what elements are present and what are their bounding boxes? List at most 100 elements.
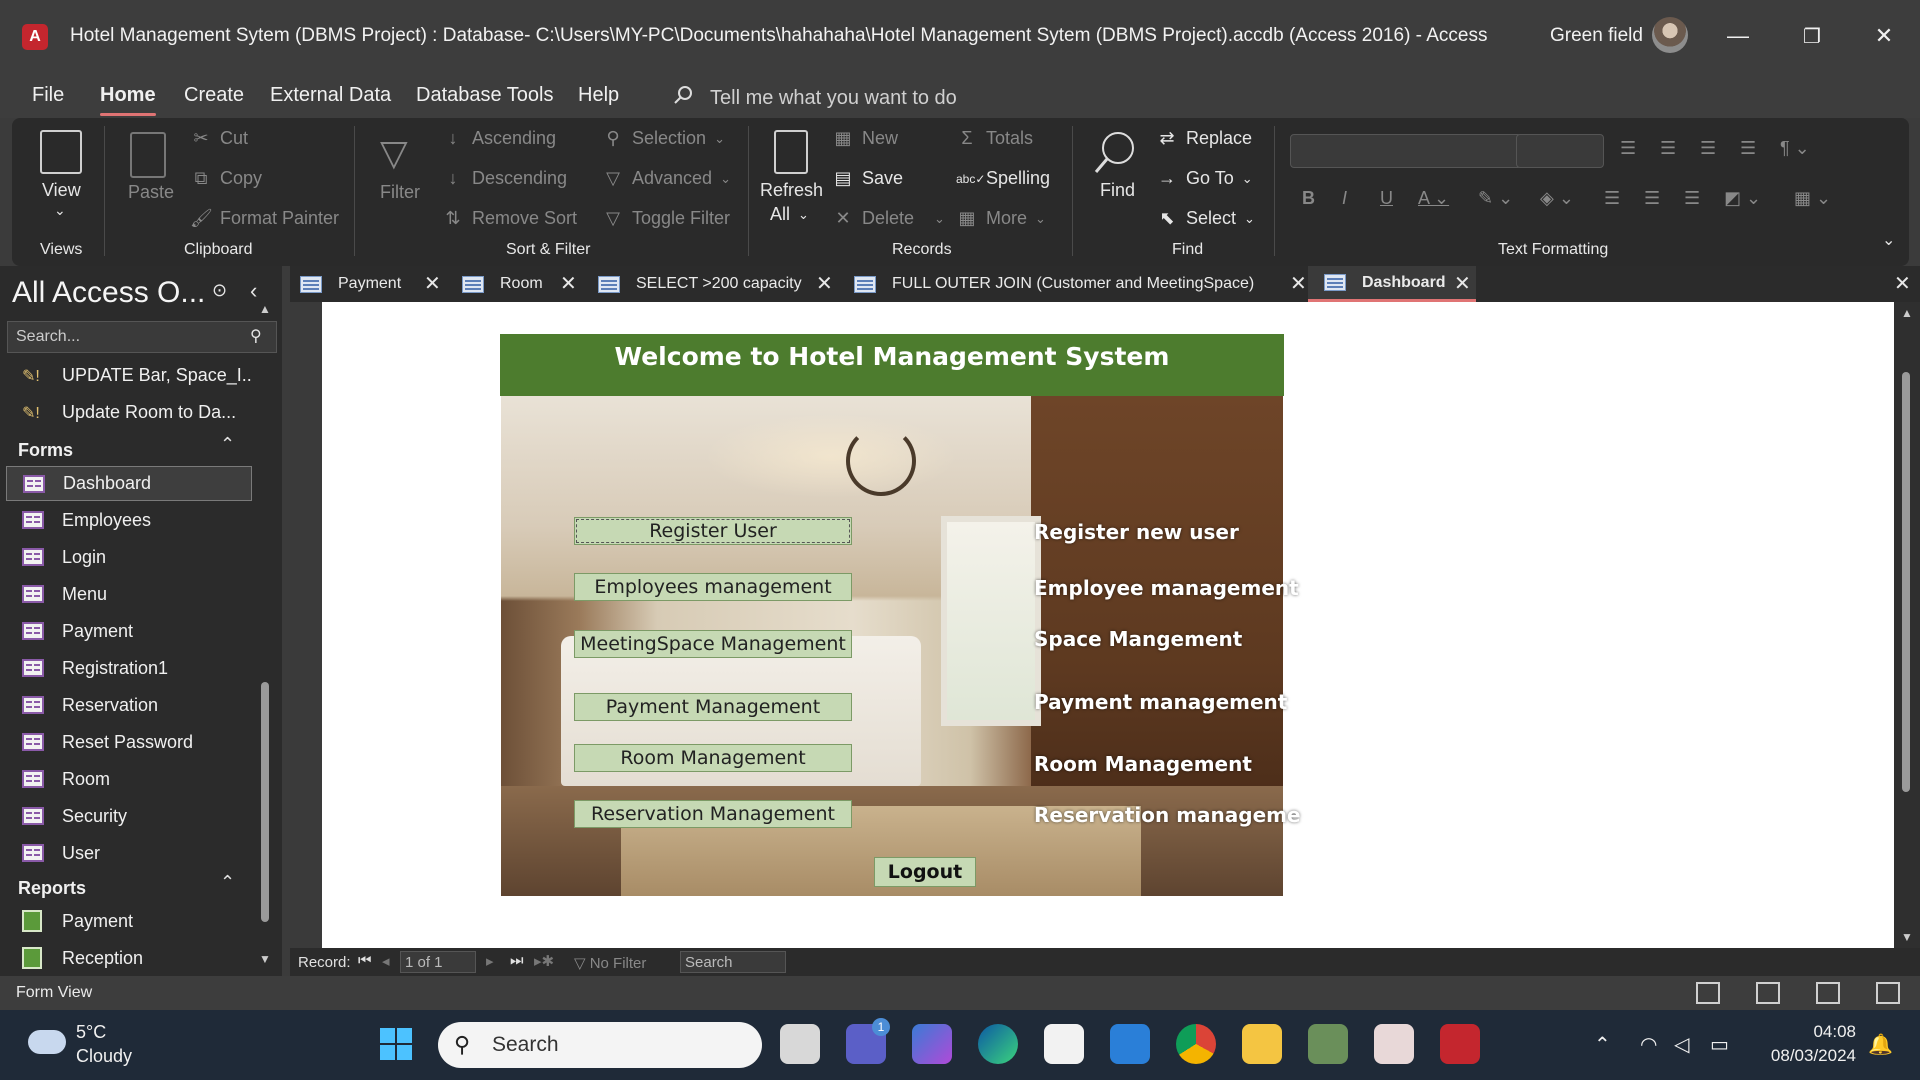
nav-item-form-dashboard[interactable]: Dashboard xyxy=(6,466,252,501)
scroll-up-icon[interactable]: ▲ xyxy=(259,302,271,316)
select-button[interactable]: ⬉ Select ⌄ xyxy=(1156,208,1254,229)
save-record-button[interactable]: ▤ Save xyxy=(832,168,903,189)
battery-icon[interactable]: ▭ xyxy=(1710,1032,1729,1057)
forms-section-header[interactable]: Forms xyxy=(18,440,73,461)
scroll-up-icon[interactable]: ▲ xyxy=(1901,306,1913,320)
layout-view-icon[interactable] xyxy=(1816,982,1840,1004)
menu-file[interactable]: File xyxy=(32,84,64,107)
design-view-icon[interactable] xyxy=(1876,982,1900,1004)
font-size-dropdown[interactable] xyxy=(1516,134,1604,168)
descending-button[interactable]: ↓ Descending xyxy=(442,168,568,189)
increase-indent-icon[interactable]: ☰ xyxy=(1700,138,1716,159)
bold-icon[interactable]: B xyxy=(1302,188,1315,209)
refresh-all-button[interactable]: Refresh xyxy=(760,180,823,201)
tab-dashboard[interactable]: Dashboard xyxy=(1308,266,1476,302)
nav-item-form-employees[interactable]: Employees xyxy=(6,503,252,538)
scroll-down-icon[interactable]: ▼ xyxy=(1901,930,1913,944)
find-button[interactable]: Find xyxy=(1100,180,1135,201)
tab-full-outer-join[interactable]: FULL OUTER JOIN (Customer and MeetingSpa… xyxy=(854,266,1274,302)
record-search-input[interactable]: Search xyxy=(680,951,786,973)
chat-icon[interactable]: 1 xyxy=(846,1018,890,1064)
font-name-dropdown[interactable] xyxy=(1290,134,1522,168)
advanced-button[interactable]: ▽ Advanced ⌄ xyxy=(602,168,731,189)
totals-button[interactable]: Σ Totals xyxy=(956,128,1033,149)
close-tab-icon[interactable]: ✕ xyxy=(560,271,577,296)
close-tab-icon[interactable]: ✕ xyxy=(816,271,833,296)
datasheet-view-icon[interactable] xyxy=(1756,982,1780,1004)
access-taskbar-icon[interactable] xyxy=(1440,1024,1480,1064)
bullet-list-icon[interactable]: ☰ xyxy=(1620,138,1636,159)
form-scrollbar[interactable]: ▲ ▼ xyxy=(1894,302,1920,948)
delete-record-button[interactable]: ✕ Delete ⌄ xyxy=(832,208,944,229)
restore-button[interactable]: ❐ xyxy=(1792,16,1832,56)
refresh-all-label[interactable]: All ⌄ xyxy=(770,204,809,225)
new-record-nav-icon[interactable]: ▸✱ xyxy=(534,952,554,970)
copilot-icon[interactable] xyxy=(912,1024,952,1064)
employees-management-button[interactable]: Employees management xyxy=(574,573,852,601)
register-user-button[interactable]: Register User xyxy=(574,517,852,545)
form-view-icon[interactable] xyxy=(1696,982,1720,1004)
highlight-icon[interactable]: ✎ ⌄ xyxy=(1478,188,1513,209)
nav-item-query[interactable]: ✎! UPDATE Bar, Space_I... xyxy=(6,358,252,393)
nav-item-form-reservation[interactable]: Reservation xyxy=(6,688,252,723)
weather-temperature[interactable]: 5°C xyxy=(76,1022,106,1043)
current-record-field[interactable]: 1 of 1 xyxy=(400,951,476,973)
chrome-icon[interactable] xyxy=(1176,1024,1216,1064)
menu-home[interactable]: Home xyxy=(100,84,156,116)
fill-color-icon[interactable]: ◈ ⌄ xyxy=(1540,188,1574,209)
nav-item-query[interactable]: ✎! Update Room to Da... xyxy=(6,395,252,430)
nav-item-form-room[interactable]: Room xyxy=(6,762,252,797)
align-center-icon[interactable]: ☰ xyxy=(1644,188,1660,209)
menu-help[interactable]: Help xyxy=(578,84,619,107)
nav-search-input[interactable]: Search... xyxy=(7,321,277,353)
scroll-down-icon[interactable]: ▼ xyxy=(259,952,271,966)
mail-icon[interactable] xyxy=(1110,1024,1150,1064)
clock-time[interactable]: 04:08 xyxy=(1760,1022,1856,1042)
volume-icon[interactable]: ◁ xyxy=(1674,1032,1689,1057)
alternate-row-color-icon[interactable]: ◩ ⌄ xyxy=(1724,188,1761,209)
paragraph-direction-icon[interactable]: ¶ ⌄ xyxy=(1780,138,1810,159)
close-tab-icon[interactable]: ✕ xyxy=(1454,271,1471,296)
first-record-icon[interactable]: ⏮ xyxy=(358,952,372,969)
cut-button[interactable]: ✂ Cut xyxy=(190,128,248,149)
windows-start-icon[interactable] xyxy=(376,1024,416,1064)
copy-button[interactable]: ⧉ Copy xyxy=(190,168,262,189)
user-name[interactable]: Green field xyxy=(1550,25,1643,47)
nav-item-form-user[interactable]: User xyxy=(6,836,252,871)
edge-browser-icon[interactable] xyxy=(978,1024,1018,1064)
task-view-icon[interactable] xyxy=(780,1024,820,1064)
no-filter-indicator[interactable]: ▽ No Filter xyxy=(574,954,646,972)
go-to-button[interactable]: → Go To ⌄ xyxy=(1156,168,1253,189)
clock-date[interactable]: 08/03/2024 xyxy=(1756,1046,1856,1066)
replace-button[interactable]: ⇄ Replace xyxy=(1156,128,1252,149)
room-management-button[interactable]: Room Management xyxy=(574,744,852,772)
meetingspace-management-button[interactable]: MeetingSpace Management xyxy=(574,630,852,658)
tab-select-capacity[interactable]: SELECT >200 capacity xyxy=(598,266,838,302)
gridlines-icon[interactable]: ▦ ⌄ xyxy=(1794,188,1831,209)
wifi-icon[interactable]: ◠ xyxy=(1640,1032,1657,1057)
paste-button[interactable]: Paste xyxy=(128,182,174,203)
align-left-icon[interactable]: ☰ xyxy=(1604,188,1620,209)
nav-menu-icon[interactable]: ⊙ xyxy=(212,280,227,301)
access-app-icon[interactable]: A xyxy=(22,24,48,50)
toggle-filter-button[interactable]: ▽ Toggle Filter xyxy=(602,208,730,229)
italic-icon[interactable]: I xyxy=(1342,188,1347,209)
chevron-up-icon[interactable]: ⌃ xyxy=(220,434,235,455)
ascending-button[interactable]: ↓ Ascending xyxy=(442,128,557,149)
nav-item-form-menu[interactable]: Menu xyxy=(6,577,252,612)
view-button[interactable]: View xyxy=(42,180,81,201)
microsoft-store-icon[interactable] xyxy=(1044,1024,1084,1064)
nav-item-form-registration1[interactable]: Registration1 xyxy=(6,651,252,686)
app-icon[interactable] xyxy=(1308,1024,1348,1064)
minimize-button[interactable]: — xyxy=(1718,16,1758,56)
nav-scroll-thumb[interactable] xyxy=(261,682,269,922)
notification-bell-icon[interactable]: 🔔 xyxy=(1868,1032,1893,1057)
remove-sort-button[interactable]: ⇅ Remove Sort xyxy=(442,208,577,229)
decrease-indent-icon[interactable]: ☰ xyxy=(1740,138,1756,159)
weather-condition[interactable]: Cloudy xyxy=(76,1046,132,1067)
nav-item-form-reset-password[interactable]: Reset Password xyxy=(6,725,252,760)
chevron-up-icon[interactable]: ⌃ xyxy=(1594,1032,1611,1057)
nav-item-form-security[interactable]: Security xyxy=(6,799,252,834)
nav-item-form-payment[interactable]: Payment xyxy=(6,614,252,649)
menu-database-tools[interactable]: Database Tools xyxy=(416,84,554,107)
